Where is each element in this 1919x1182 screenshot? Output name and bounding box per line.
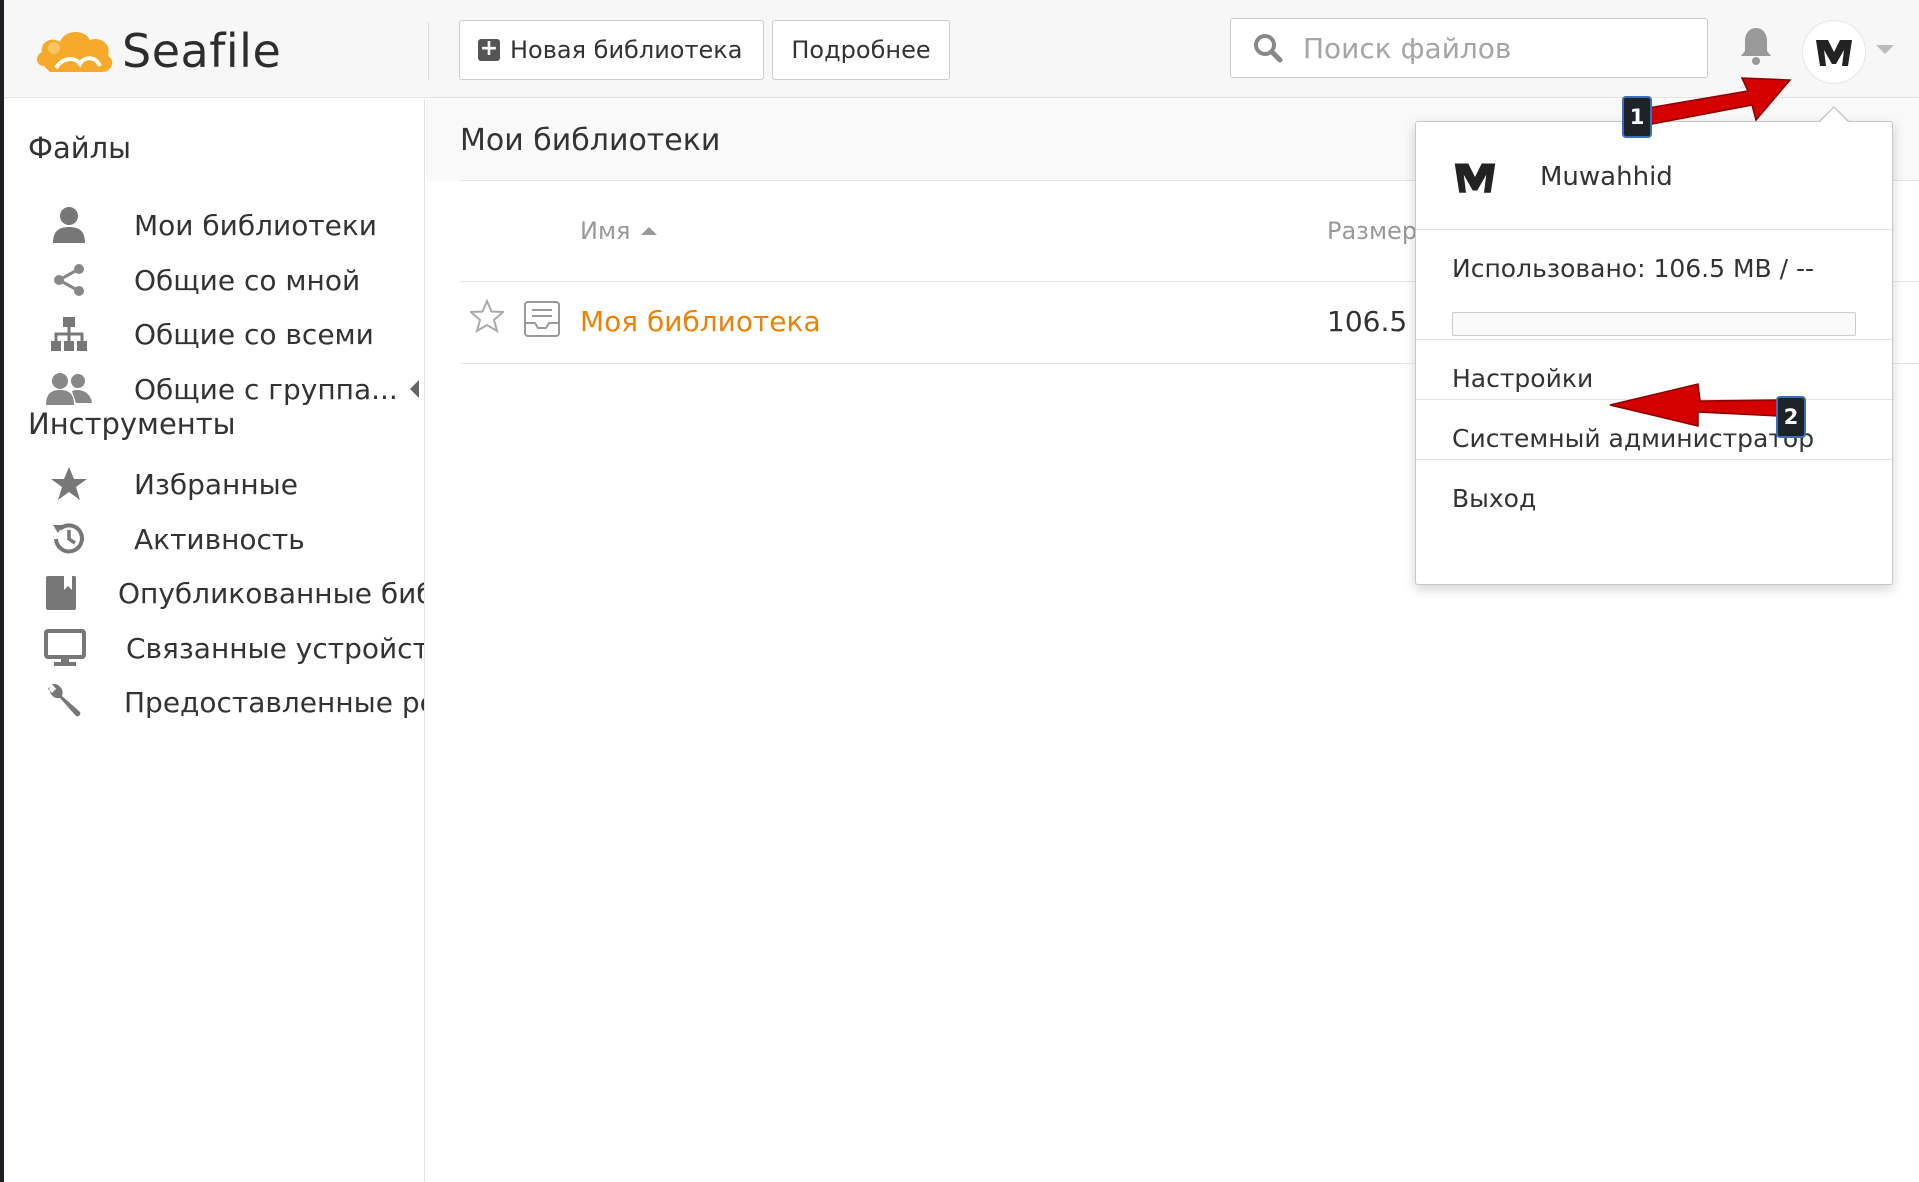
star-outline-icon[interactable] bbox=[470, 299, 504, 333]
divider bbox=[1416, 229, 1892, 230]
sidebar-item-my-libraries[interactable]: Мои библиотеки bbox=[44, 197, 424, 253]
files-heading: Файлы bbox=[28, 131, 132, 165]
sidebar-item-shared-with-all[interactable]: Общие со всеми bbox=[44, 306, 424, 362]
menu-item-settings[interactable]: Настройки bbox=[1452, 364, 1593, 393]
divider bbox=[1416, 459, 1892, 460]
new-library-button[interactable]: + Новая библиотека bbox=[459, 20, 764, 80]
sidebar-item-label: Общие со мной bbox=[134, 263, 361, 297]
sidebar: Файлы Мои библиотеки Общие со мной Общие… bbox=[4, 99, 425, 1182]
search-input[interactable] bbox=[1303, 31, 1683, 65]
library-name-link[interactable]: Моя библиотека bbox=[580, 305, 821, 338]
new-library-label: Новая библиотека bbox=[510, 36, 743, 64]
user-icon bbox=[44, 200, 94, 250]
sidebar-item-published-libraries[interactable]: Опубликованные библ bbox=[44, 565, 425, 621]
storage-usage-text: Использовано: 106.5 MB / -- bbox=[1452, 254, 1815, 283]
menu-item-logout[interactable]: Выход bbox=[1452, 484, 1536, 513]
column-header-size[interactable]: Размер bbox=[1327, 217, 1417, 245]
library-icon bbox=[524, 301, 560, 337]
user-dropdown-menu: Muwahhid Использовано: 106.5 MB / -- Нас… bbox=[1415, 121, 1893, 585]
top-header: Seafile + Новая библиотека Подробнее bbox=[4, 0, 1919, 98]
sidebar-item-label: Опубликованные библ bbox=[118, 576, 425, 610]
sidebar-item-label: Связанные устройства bbox=[126, 631, 424, 665]
sidebar-item-label: Мои библиотеки bbox=[134, 208, 377, 242]
sidebar-item-label: Избранные bbox=[134, 467, 298, 501]
divider bbox=[1416, 399, 1892, 400]
sidebar-item-shared-with-me[interactable]: Общие со мной bbox=[44, 252, 424, 308]
muwahhid-logo-icon bbox=[1816, 40, 1852, 66]
book-icon bbox=[44, 568, 78, 618]
sidebar-item-label: Общие с группа... bbox=[134, 372, 398, 406]
header-divider bbox=[428, 22, 429, 80]
seafile-logo[interactable]: Seafile bbox=[34, 16, 281, 86]
history-icon bbox=[44, 514, 94, 564]
sidebar-item-shared-resources[interactable]: Предоставленные рес bbox=[44, 674, 425, 730]
annotation-badge-1: 1 bbox=[1622, 96, 1652, 138]
sidebar-item-favorites[interactable]: Избранные bbox=[44, 456, 424, 512]
divider bbox=[1416, 339, 1892, 340]
org-chart-icon bbox=[44, 309, 94, 359]
sidebar-item-activity[interactable]: Активность bbox=[44, 511, 424, 567]
storage-usage-bar bbox=[1452, 312, 1856, 336]
sort-asc-icon bbox=[640, 227, 657, 235]
dropdown-username: Muwahhid bbox=[1540, 162, 1673, 192]
sidebar-item-label: Общие со всеми bbox=[134, 317, 374, 351]
user-avatar[interactable] bbox=[1802, 20, 1866, 84]
dropdown-user-info: Muwahhid bbox=[1452, 152, 1673, 202]
chevron-down-icon[interactable] bbox=[1876, 45, 1894, 54]
column-header-label: Имя bbox=[580, 217, 631, 245]
dropdown-pointer-inner bbox=[1819, 108, 1849, 123]
menu-item-system-admin[interactable]: Системный администратор bbox=[1452, 424, 1814, 453]
search-icon bbox=[1254, 34, 1283, 63]
sidebar-item-label: Предоставленные рес bbox=[124, 685, 425, 719]
sidebar-item-label: Активность bbox=[134, 522, 305, 556]
monitor-icon bbox=[44, 623, 86, 673]
logo-text: Seafile bbox=[122, 24, 282, 78]
search-box[interactable] bbox=[1230, 18, 1708, 78]
tools-heading: Инструменты bbox=[28, 407, 236, 441]
plus-icon: + bbox=[478, 36, 500, 61]
chevron-left-icon[interactable] bbox=[409, 380, 419, 398]
muwahhid-logo-icon bbox=[1454, 163, 1496, 193]
page-title: Мои библиотеки bbox=[460, 123, 721, 158]
seafile-cloud-logo-icon bbox=[36, 31, 113, 72]
star-icon bbox=[44, 459, 94, 509]
wrench-icon bbox=[44, 677, 84, 727]
annotation-badge-2: 2 bbox=[1776, 396, 1806, 438]
more-label: Подробнее bbox=[791, 36, 931, 64]
bell-icon[interactable] bbox=[1739, 26, 1773, 66]
column-header-name[interactable]: Имя bbox=[580, 217, 657, 245]
more-button[interactable]: Подробнее bbox=[772, 20, 950, 80]
sidebar-item-linked-devices[interactable]: Связанные устройства bbox=[44, 620, 424, 676]
share-icon bbox=[44, 255, 94, 305]
